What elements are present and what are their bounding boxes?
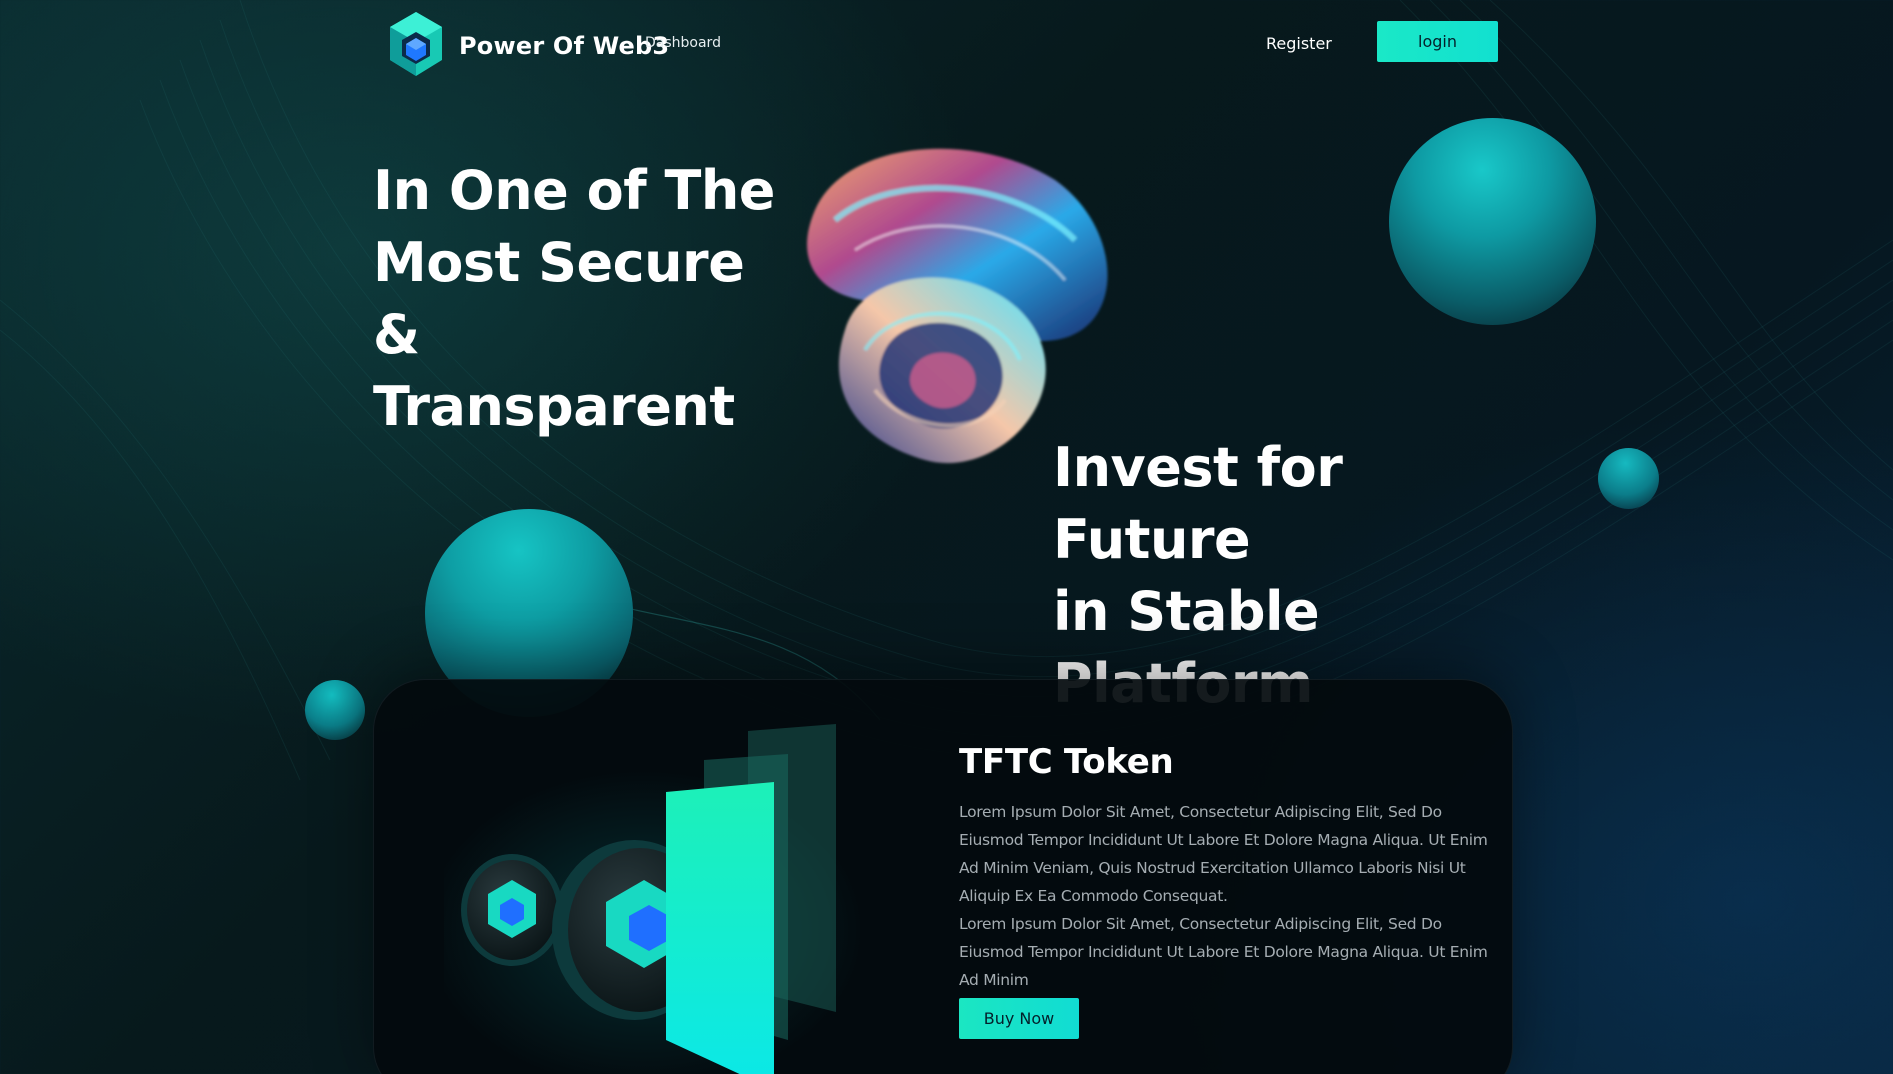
hero-left-line-3: Transparent (373, 375, 735, 438)
nav-link-register[interactable]: Register (1266, 34, 1332, 53)
hero-right-line-1: Invest for Future (1053, 436, 1343, 571)
login-button[interactable]: login (1377, 21, 1498, 62)
top-navbar: Power Of Web3 Dashboard Register login (386, 8, 1498, 76)
hero-left-line-2: Most Secure & (373, 231, 745, 366)
decor-sphere-small-right (1598, 448, 1659, 509)
buy-now-button[interactable]: Buy Now (959, 998, 1079, 1039)
decor-sphere-small-left (305, 680, 365, 740)
token-title: TFTC Token (959, 742, 1174, 782)
hero-headline-right: Invest for Future in Stable Platform (1053, 432, 1523, 720)
token-description-paragraph-2: Lorem Ipsum Dolor Sit Amet, Consectetur … (959, 915, 1488, 989)
token-coins-illustration (444, 724, 864, 1074)
brand-name[interactable]: Power Of Web3 (459, 32, 669, 60)
hero-left-line-1: In One of The (373, 159, 775, 222)
hero-right-line-2: in Stable (1053, 580, 1320, 643)
decor-sphere-large-right (1389, 118, 1596, 325)
token-description-paragraph-1: Lorem Ipsum Dolor Sit Amet, Consectetur … (959, 803, 1488, 905)
hero-headline-left: In One of The Most Secure & Transparent (373, 155, 793, 443)
token-description: Lorem Ipsum Dolor Sit Amet, Consectetur … (959, 798, 1499, 994)
cube-logo-icon[interactable] (386, 10, 446, 80)
abstract-fluid-swirl-image (807, 148, 1108, 464)
nav-link-dashboard[interactable]: Dashboard (645, 35, 721, 51)
token-card: TFTC Token Lorem Ipsum Dolor Sit Amet, C… (373, 679, 1513, 1074)
